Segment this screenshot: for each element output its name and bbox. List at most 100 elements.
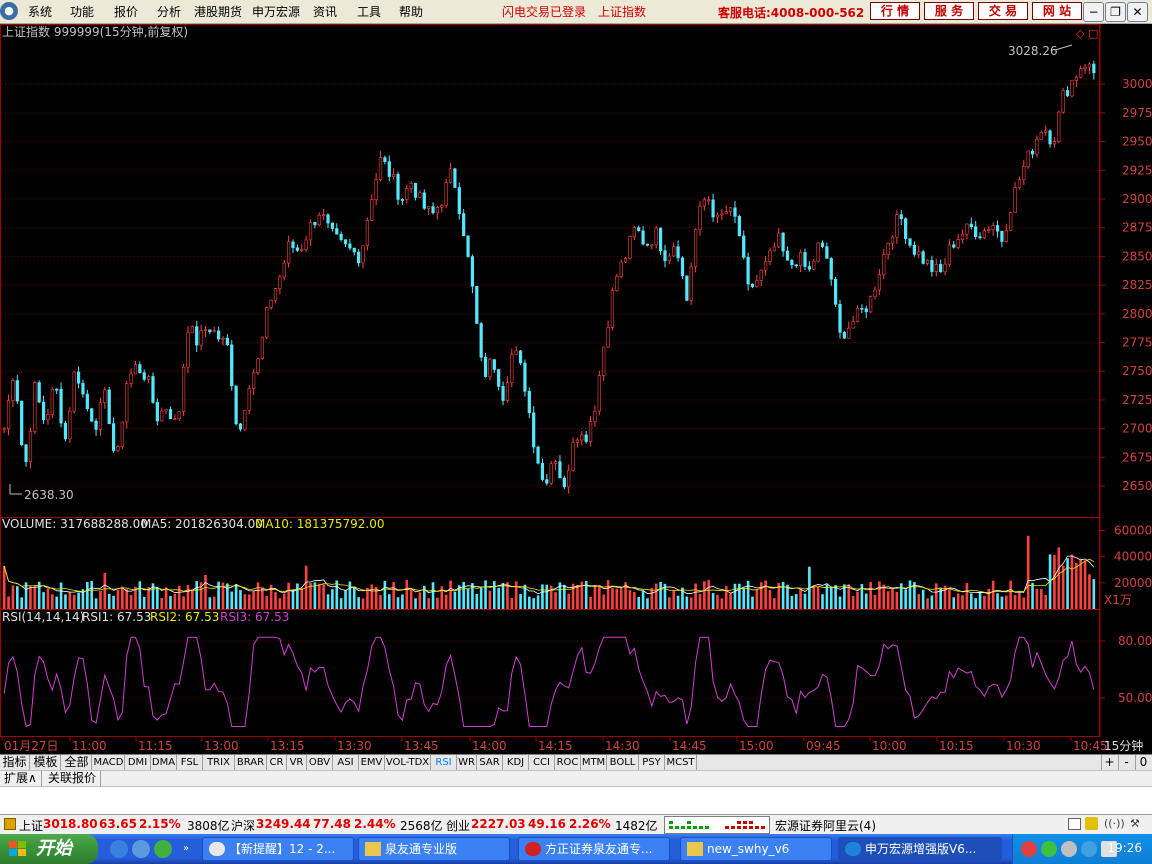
taskbar-item-forum[interactable]: 【新提醒】12 - 2... [202, 837, 354, 861]
tab-mtm[interactable]: MTM [581, 755, 607, 771]
tab-trix[interactable]: TRIX [203, 755, 235, 771]
candle-up [190, 326, 194, 334]
tab-boll[interactable]: BOLL [607, 755, 639, 771]
candle-up [763, 261, 768, 271]
volume-bar [191, 589, 194, 609]
tab-emv[interactable]: EMV [359, 755, 385, 771]
candle-up [917, 251, 921, 255]
tab-dmi[interactable]: DMI [125, 755, 151, 771]
volume-bar [768, 590, 772, 609]
volume-bar [33, 585, 37, 609]
taskbar-item-quanyou[interactable]: 泉友通专业版 [358, 837, 510, 861]
tab-group-2[interactable]: 全部 [62, 755, 92, 771]
tab-vol-tdx[interactable]: VOL-TDX [385, 755, 431, 771]
tab-group-0[interactable]: 指标 [0, 755, 30, 771]
minimize-icon[interactable]: − [1083, 2, 1104, 22]
tab-asi[interactable]: ASI [333, 755, 359, 771]
tab-wr[interactable]: WR [457, 755, 477, 771]
lock-icon[interactable] [1085, 817, 1098, 830]
taskbar-item-founder[interactable]: 方正证券泉友通专... [518, 837, 670, 861]
explorer-icon[interactable] [132, 840, 150, 858]
hs-label: 沪深 [231, 819, 256, 833]
volume-bar [55, 596, 59, 609]
menu-help[interactable]: 帮助 [399, 3, 423, 20]
candle-down [24, 444, 28, 462]
tab-fsl[interactable]: FSL [177, 755, 203, 771]
candle-up [553, 461, 558, 465]
tab-obv[interactable]: OBV [307, 755, 333, 771]
volume-bar [449, 580, 452, 609]
tab-cci[interactable]: CCI [529, 755, 555, 771]
panel-toggle-icon[interactable]: ◇ [1076, 27, 1085, 40]
settings-icon[interactable]: ⚒ [1130, 817, 1140, 830]
volume-bar [987, 588, 991, 609]
chart-area[interactable]: 3000 2975 2950 2925 2900 2875 2850 2825 2800 2775… [0, 24, 1152, 754]
ie-icon[interactable] [110, 840, 128, 858]
menu-hk-futures[interactable]: 港股期货 [194, 3, 242, 20]
related-quotes-tab[interactable]: 关联报价 [44, 771, 102, 787]
taskbar-item-quanyou-label: 泉友通专业版 [385, 842, 458, 856]
volume-bar [1026, 535, 1030, 609]
tray-play-icon[interactable] [1041, 841, 1057, 857]
market-button[interactable]: 行 情 [870, 2, 920, 20]
taskbar-item-newswhy[interactable]: new_swhy_v6 [680, 837, 832, 861]
tab-roc[interactable]: ROC [555, 755, 581, 771]
reset-button[interactable]: 0 [1135, 755, 1151, 771]
tab-macd[interactable]: MACD [93, 755, 125, 771]
tab-rsi[interactable]: RSI [431, 755, 457, 771]
tray-shield-icon[interactable] [1081, 841, 1097, 857]
volume-bar [628, 590, 632, 609]
website-button[interactable]: 网 站 [1032, 2, 1082, 20]
tray-alert-icon[interactable] [1021, 841, 1037, 857]
tab-dma[interactable]: DMA [151, 755, 177, 771]
tab-sar[interactable]: SAR [477, 755, 503, 771]
alert-icon[interactable] [4, 818, 16, 830]
candle-up [623, 258, 628, 263]
restore-icon[interactable]: ❐ [1105, 2, 1126, 22]
volume-bar [475, 593, 479, 609]
expand-button[interactable]: 扩展∧ [0, 771, 42, 787]
candle-up [1061, 90, 1065, 113]
service-button[interactable]: 服 务 [924, 2, 974, 20]
tab-brar[interactable]: BRAR [235, 755, 267, 771]
zoom-out-button[interactable]: - [1118, 755, 1134, 771]
price-tick-label: 2950 [1122, 135, 1152, 149]
volume-bar [794, 594, 798, 609]
start-button[interactable]: 开始 [0, 834, 98, 864]
tab-mcst[interactable]: MCST [665, 755, 697, 771]
candle-up [698, 205, 702, 231]
tab-vr[interactable]: VR [287, 755, 307, 771]
tray-network-icon[interactable] [1061, 841, 1077, 857]
tab-psy[interactable]: PSY [639, 755, 665, 771]
tab-cr[interactable]: CR [267, 755, 287, 771]
menu-tools[interactable]: 工具 [357, 3, 381, 20]
menu-quote[interactable]: 报价 [114, 3, 138, 20]
menu-info[interactable]: 资讯 [313, 3, 337, 20]
trade-button[interactable]: 交 易 [978, 2, 1028, 20]
taskbar-item-swhy[interactable]: 申万宏源增强版V6... [838, 837, 1002, 861]
layout-icon[interactable] [1068, 818, 1081, 830]
app-logo-icon[interactable]: ● [0, 2, 18, 20]
candle-down [216, 330, 221, 340]
volume-bar [593, 584, 597, 609]
volume-bar [1092, 579, 1096, 609]
zoom-in-button[interactable]: + [1101, 755, 1117, 771]
candle-up [173, 418, 177, 421]
quicklaunch-expand-icon[interactable]: » [183, 844, 193, 854]
signal-icon[interactable]: ((·)) [1104, 817, 1125, 830]
candle-up [33, 382, 37, 432]
menu-swhy[interactable]: 申万宏源 [252, 3, 300, 20]
volume-bar [383, 580, 387, 609]
candle-down [676, 246, 680, 259]
menu-system[interactable]: 系统 [28, 3, 52, 20]
menu-function[interactable]: 功能 [70, 3, 94, 20]
close-icon[interactable]: ✕ [1127, 2, 1148, 22]
high-marker-label: 3028.26 [1008, 44, 1058, 58]
panel-maximize-icon[interactable]: □ [1088, 27, 1098, 40]
tab-group-1[interactable]: 模板 [31, 755, 61, 771]
price-tick-label: 2750 [1122, 364, 1152, 378]
menu-analysis[interactable]: 分析 [157, 3, 181, 20]
media-player-icon[interactable] [154, 840, 172, 858]
tab-kdj[interactable]: KDJ [503, 755, 529, 771]
volume-bar [676, 595, 680, 609]
